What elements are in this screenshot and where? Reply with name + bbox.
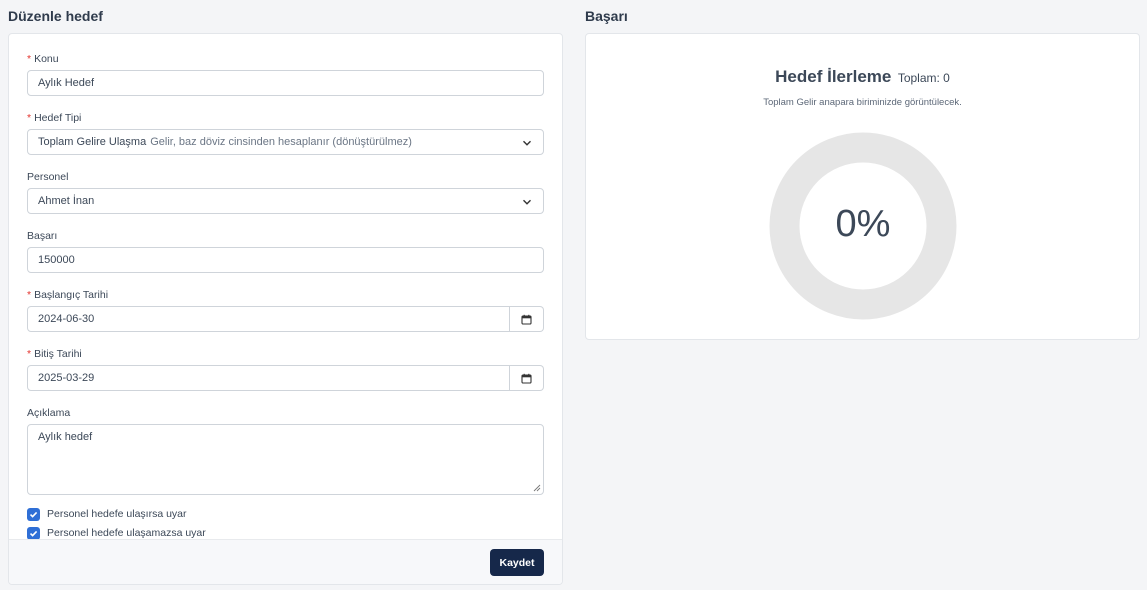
konu-input[interactable]: Aylık Hedef xyxy=(27,70,544,96)
form-section-title: Düzenle hedef xyxy=(8,8,103,24)
progress-donut-chart: 0% xyxy=(769,132,957,320)
hedef-tipi-value: Toplam Gelire Ulaşma xyxy=(38,136,147,148)
baslangic-field: * Başlangıç Tarihi 2024-06-30 xyxy=(27,289,544,332)
chevron-down-icon xyxy=(523,199,531,205)
required-marker: * xyxy=(27,289,32,301)
progress-total: Toplam: 0 xyxy=(897,71,950,85)
chevron-down-icon xyxy=(523,140,531,146)
basari-input[interactable]: 150000 xyxy=(27,247,544,273)
konu-field: * Konu Aylık Hedef xyxy=(27,53,544,96)
aciklama-label: Açıklama xyxy=(27,407,71,419)
personel-field: Personel Ahmet İnan xyxy=(27,171,544,214)
progress-title: Hedef İlerleme xyxy=(775,67,892,86)
hedef-tipi-hint: Gelir, baz döviz cinsinden hesaplanır (d… xyxy=(150,136,412,148)
bitis-calendar-button[interactable] xyxy=(510,365,544,391)
calendar-icon xyxy=(521,314,532,325)
konu-label: * Konu xyxy=(27,53,59,65)
bitis-label: * Bitiş Tarihi xyxy=(27,348,82,360)
aciklama-field: Açıklama Aylık hedef xyxy=(27,407,544,495)
notify-miss-label: Personel hedefe ulaşamazsa uyar xyxy=(47,527,206,539)
required-marker: * xyxy=(27,112,32,124)
baslangic-date-input[interactable]: 2024-06-30 xyxy=(27,306,510,332)
hedef-tipi-label: * Hedef Tipi xyxy=(27,112,82,124)
personel-label: Personel xyxy=(27,171,69,183)
required-marker: * xyxy=(27,348,32,360)
required-marker: * xyxy=(27,53,32,65)
progress-subtitle: Toplam Gelir anapara biriminizde görüntü… xyxy=(763,97,962,108)
progress-card: Hedef İlerleme Toplam: 0 Toplam Gelir an… xyxy=(585,33,1140,340)
notify-miss-checkbox-row[interactable]: Personel hedefe ulaşamazsa uyar xyxy=(27,526,544,540)
notify-miss-checkbox[interactable] xyxy=(27,526,40,540)
progress-section-title: Başarı xyxy=(585,8,628,24)
bitis-date-input[interactable]: 2025-03-29 xyxy=(27,365,510,391)
form-footer: Kaydet xyxy=(9,539,562,584)
personel-select[interactable]: Ahmet İnan xyxy=(27,188,544,214)
progress-title-row: Hedef İlerleme Toplam: 0 xyxy=(586,67,1139,87)
checkmark-icon xyxy=(29,530,38,537)
notify-reach-checkbox[interactable] xyxy=(27,507,40,521)
personel-value: Ahmet İnan xyxy=(38,195,95,207)
basari-label: Başarı xyxy=(27,230,58,242)
hedef-tipi-select[interactable]: Toplam Gelire Ulaşma Gelir, baz döviz ci… xyxy=(27,129,544,155)
calendar-icon xyxy=(521,373,532,384)
edit-goal-card: * Konu Aylık Hedef * Hedef Tipi Toplam Gel… xyxy=(8,33,563,585)
bitis-field: * Bitiş Tarihi 2025-03-29 xyxy=(27,348,544,391)
notify-reach-checkbox-row[interactable]: Personel hedefe ulaşırsa uyar xyxy=(27,507,544,521)
baslangic-calendar-button[interactable] xyxy=(510,306,544,332)
checkmark-icon xyxy=(29,511,38,518)
notify-reach-label: Personel hedefe ulaşırsa uyar xyxy=(47,508,187,520)
save-button[interactable]: Kaydet xyxy=(490,549,544,576)
baslangic-label: * Başlangıç Tarihi xyxy=(27,289,109,301)
basari-field: Başarı 150000 xyxy=(27,230,544,273)
resize-handle-icon[interactable] xyxy=(533,484,541,492)
aciklama-textarea[interactable]: Aylık hedef xyxy=(27,424,544,495)
donut-percent-label: 0% xyxy=(836,203,891,245)
hedef-tipi-field: * Hedef Tipi Toplam Gelire Ulaşma Gelir, … xyxy=(27,112,544,155)
